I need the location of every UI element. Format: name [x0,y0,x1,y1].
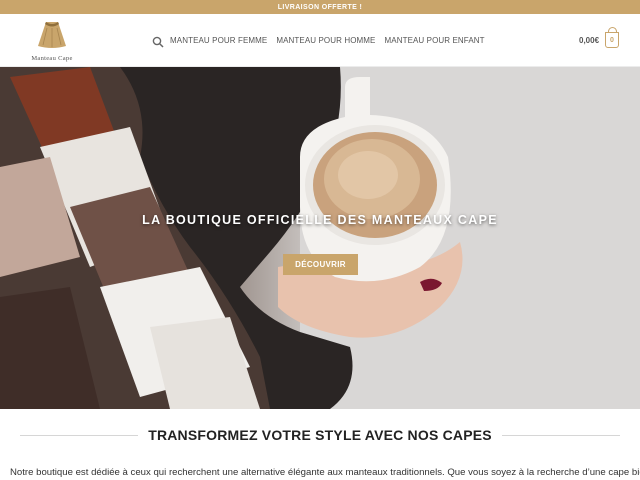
site-header: Manteau Cape MANTEAU POUR FEMME MANTEAU … [0,14,640,67]
promo-bar: LIVRAISON OFFERTE ! [0,0,640,14]
promo-text: LIVRAISON OFFERTE ! [277,3,363,11]
nav-manteau-enfant[interactable]: MANTEAU POUR ENFANT [385,36,485,45]
nav-manteau-femme[interactable]: MANTEAU POUR FEMME [170,36,267,45]
section-title: TRANSFORMEZ VOTRE STYLE AVEC NOS CAPES [148,427,492,443]
nav-manteau-homme[interactable]: MANTEAU POUR HOMME [276,36,375,45]
hero-banner: LA BOUTIQUE OFFICIELLE DES MANTEAUX CAPE… [0,67,640,409]
logo[interactable]: Manteau Cape [20,20,84,64]
search-icon[interactable] [152,35,164,48]
hero-title: LA BOUTIQUE OFFICIELLE DES MANTEAUX CAPE [142,213,498,227]
cart-icon[interactable]: 0 [605,27,619,48]
cart-total[interactable]: 0,00€ [579,36,599,45]
discover-button[interactable]: DÉCOUVRIR [283,254,358,275]
divider-right [501,434,621,436]
intro-paragraph: Notre boutique est dédiée à ceux qui rec… [10,467,640,478]
logo-text: Manteau Cape [31,55,73,62]
section-heading: TRANSFORMEZ VOTRE STYLE AVEC NOS CAPES [20,426,621,444]
divider-left [20,434,139,436]
cape-logo-icon [38,22,66,48]
hero-background-image [0,67,640,409]
main-nav: MANTEAU POUR FEMME MANTEAU POUR HOMME MA… [170,36,494,45]
cart-count: 0 [610,36,614,44]
